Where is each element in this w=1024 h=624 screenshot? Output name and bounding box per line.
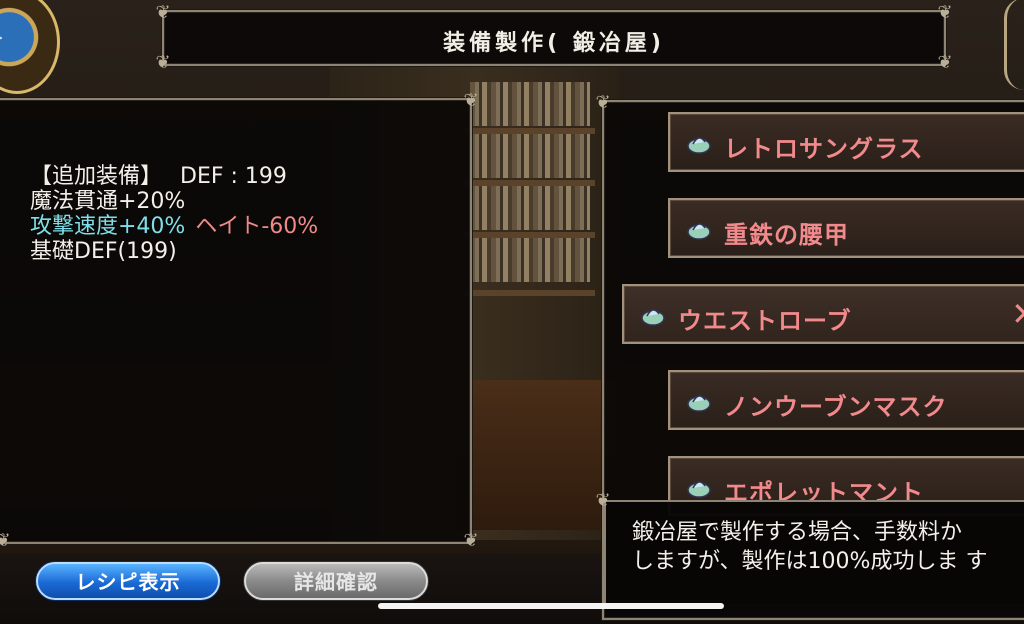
close-icon[interactable]: ✕ [1011,295,1024,333]
stat-value: DEF : 199 [180,164,287,189]
item-label: ウエストローブ [678,307,852,335]
list-item[interactable]: ノンウーブンマスク [668,370,1024,430]
book-row [470,134,590,178]
item-label: ノンウーブンマスク [724,393,948,421]
ornament-frame [1004,0,1024,90]
list-item[interactable]: レトロサングラス [668,112,1024,172]
stat-text: 魔法貫通+20% [30,189,186,214]
message-text: 鍛冶屋で製作する場合、手数料か しますが、製作は100%成功しま す [632,518,987,576]
stat-text: 基礎DEF(199) [30,239,177,264]
recipe-button[interactable]: レシピ表示 [36,562,220,600]
lamp-icon [687,223,711,240]
lamp-icon [641,309,665,326]
ornament-corner-icon: ❦ [463,90,479,111]
stat-line: 基礎DEF(199) [30,239,318,264]
message-line: 鍛冶屋で製作する場合、手数料か [632,520,963,545]
ornament-corner-icon: ❦ [595,490,611,511]
page-title: 装備製作( 鍛冶屋) [443,31,665,56]
message-line: しますが、製作は100%成功しま す [632,549,988,574]
emblem-icon: ⚜ [0,29,5,59]
list-item[interactable]: 重鉄の腰甲 [668,198,1024,258]
book-row [470,186,590,230]
item-label: レトロサングラス [724,135,924,163]
stat-line: 【追加装備】 DEF : 199 [30,164,318,189]
item-label: 重鉄の腰甲 [724,221,849,249]
message-box: ❦ 鍛冶屋で製作する場合、手数料か しますが、製作は100%成功しま す [595,490,1024,604]
lamp-icon [687,137,711,154]
title-bar: ❦ ❦ ❦ ❦ 装備製作( 鍛冶屋) [155,2,952,73]
shelf-plank [465,290,595,296]
home-indicator[interactable] [378,603,724,609]
stat-text-penalty: ヘイト-60% [195,214,319,239]
stat-text-highlight: 攻撃速度+40% [30,214,186,239]
ornament-corner-icon: ❦ [155,2,171,23]
stat-line: 攻撃速度+40% ヘイト-60% [30,214,318,239]
ornament-corner-icon: ❦ [595,92,611,113]
equipment-stats: 【追加装備】 DEF : 199 魔法貫通+20% 攻撃速度+40% ヘイト-60%… [30,164,318,264]
ornament-corner-icon: ❦ [463,530,479,551]
lamp-icon [687,481,711,498]
list-item-selected[interactable]: ウエストローブ ✕ [622,284,1024,344]
stat-line: 魔法貫通+20% [30,189,318,214]
ornament-corner-icon: ❦ [937,2,953,23]
book-row [470,238,590,282]
desk [455,380,615,530]
lamp-icon [687,395,711,412]
detail-button[interactable]: 詳細確認 [244,562,428,600]
ornament-corner-icon: ❦ [0,530,11,551]
stat-label: 【追加装備】 [30,164,163,189]
book-row [470,82,590,126]
